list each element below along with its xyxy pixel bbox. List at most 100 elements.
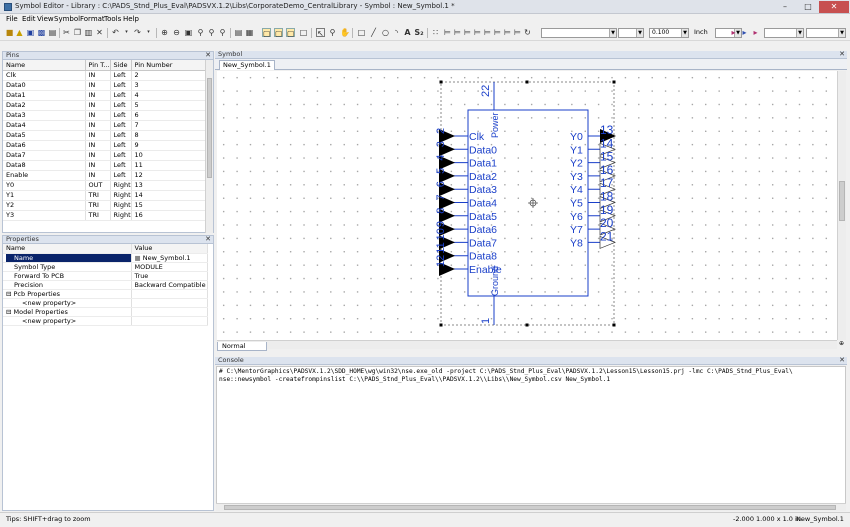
table-cell[interactable]: Data3	[3, 110, 86, 121]
table-row[interactable]: Y2 TRI Right 15	[3, 200, 207, 211]
table-cell[interactable]: Right	[110, 210, 132, 221]
zoom-next-icon[interactable]: ⚲	[218, 28, 227, 37]
zoom-in-icon[interactable]: ⊕	[160, 28, 169, 37]
menu-format[interactable]: Format	[80, 15, 105, 23]
minimize-button[interactable]: –	[774, 1, 796, 13]
table-cell[interactable]: IN	[85, 160, 111, 171]
table-cell[interactable]: Data8	[3, 160, 86, 171]
table-cell[interactable]: 11	[131, 160, 207, 171]
zoom-tool-icon[interactable]: ⚲	[328, 28, 337, 37]
zoom-corner-icon[interactable]: ⊕	[837, 340, 846, 349]
table-cell[interactable]: Data0	[3, 80, 86, 91]
table-row[interactable]: Data7 IN Left 10	[3, 150, 207, 161]
table-row[interactable]: Enable IN Left 12	[3, 170, 207, 181]
zoom-previous-icon[interactable]: ⚲	[207, 28, 216, 37]
table-cell[interactable]: IN	[85, 140, 111, 151]
scroll-thumb[interactable]	[207, 78, 212, 178]
property-icon[interactable]: □	[299, 28, 308, 37]
table-cell[interactable]: 6	[131, 110, 207, 121]
property-value[interactable]	[131, 307, 208, 317]
delete-icon[interactable]: ✕	[95, 28, 104, 37]
table-row[interactable]: Data6 IN Left 9	[3, 140, 207, 151]
collapse-icon[interactable]: ⊟	[6, 290, 14, 298]
table-cell[interactable]: Right	[110, 200, 132, 211]
menu-symbol[interactable]: Symbol	[54, 15, 80, 23]
table-cell[interactable]: Left	[110, 80, 132, 91]
property-value[interactable]	[131, 289, 208, 299]
save-all-icon[interactable]: ▩	[37, 28, 46, 37]
console-horizontal-scrollbar[interactable]	[216, 503, 846, 511]
layer-icon-2[interactable]: ▸	[740, 28, 749, 37]
table-cell[interactable]: 8	[131, 130, 207, 141]
style-combo[interactable]: ▼	[541, 28, 617, 38]
table-row[interactable]: Y1 TRI Right 14	[3, 190, 207, 201]
table-row[interactable]: Clk IN Left 2	[3, 70, 207, 81]
table-cell[interactable]: Data4	[3, 120, 86, 131]
table-cell[interactable]: Enable	[3, 170, 86, 181]
align-middle-icon[interactable]: ⊨	[483, 28, 492, 37]
table-cell[interactable]: Right	[110, 180, 132, 191]
property-value[interactable]: ■ New_Symbol.1	[131, 253, 208, 263]
rotate-icon[interactable]: ↻	[523, 28, 532, 37]
table-row[interactable]: Data3 IN Left 6	[3, 110, 207, 121]
table-cell[interactable]: OUT	[85, 180, 111, 191]
table-cell[interactable]: Y2	[3, 200, 86, 211]
table-row[interactable]: Y3 TRI Right 16	[3, 210, 207, 221]
table-cell[interactable]: Left	[110, 120, 132, 131]
table-cell[interactable]: 13	[131, 180, 207, 191]
distribute-h-icon[interactable]: ⊨	[503, 28, 512, 37]
layer-icon-3[interactable]: ▸	[751, 28, 760, 37]
select-mode-icon[interactable]: ▢	[262, 28, 271, 38]
property-row[interactable]: Symbol Type MODULE	[3, 262, 208, 272]
zoom-out-icon[interactable]: ⊖	[172, 28, 181, 37]
table-cell[interactable]: Left	[110, 170, 132, 181]
table-row[interactable]: Data0 IN Left 3	[3, 80, 207, 91]
font-combo[interactable]: ▼	[618, 28, 644, 38]
table-cell[interactable]: 9	[131, 140, 207, 151]
table-cell[interactable]: 4	[131, 90, 207, 101]
property-row[interactable]: Name ■ New_Symbol.1	[3, 253, 208, 263]
cut-icon[interactable]: ✂	[62, 28, 71, 37]
redo-dropdown-icon[interactable]: ▾	[144, 28, 153, 37]
table-cell[interactable]: 5	[131, 100, 207, 111]
table-cell[interactable]: IN	[85, 120, 111, 131]
tab-new-symbol[interactable]: New_Symbol.1	[219, 60, 275, 70]
align-top-icon[interactable]: ⊨	[473, 28, 482, 37]
table-cell[interactable]: 16	[131, 210, 207, 221]
property-row[interactable]: Precision Backward Compatible	[3, 280, 208, 290]
grid-icon[interactable]: ∷	[431, 28, 440, 37]
align-right-icon[interactable]: ⊨	[463, 28, 472, 37]
menu-file[interactable]: File	[6, 15, 18, 23]
close-icon[interactable]: ✕	[205, 236, 211, 243]
table-row[interactable]: Data8 IN Left 11	[3, 160, 207, 171]
table-cell[interactable]: Data5	[3, 130, 86, 141]
distribute-v-icon[interactable]: ⊨	[513, 28, 522, 37]
table-cell[interactable]: TRI	[85, 190, 111, 201]
pan-hand-icon[interactable]: ✋	[340, 28, 350, 37]
property-row[interactable]: <new property>	[3, 316, 208, 326]
zoom-area-icon[interactable]: ⚲	[196, 28, 205, 37]
menu-edit[interactable]: Edit	[22, 15, 36, 23]
pin-mode-icon[interactable]: ▢	[274, 28, 283, 38]
property-value[interactable]	[131, 298, 208, 308]
table-cell[interactable]: IN	[85, 70, 111, 81]
table-cell[interactable]: Y3	[3, 210, 86, 221]
canvas-horizontal-scrollbar[interactable]	[217, 340, 837, 349]
property-row[interactable]: Forward To PCB True	[3, 271, 208, 281]
tool-a-icon[interactable]: ▦	[245, 28, 254, 37]
table-cell[interactable]: IN	[85, 110, 111, 121]
menu-view[interactable]: View	[37, 15, 54, 23]
rectangle-icon[interactable]: □	[357, 28, 366, 37]
open-icon[interactable]: ▲	[15, 28, 24, 37]
table-cell[interactable]: IN	[85, 150, 111, 161]
table-cell[interactable]: TRI	[85, 200, 111, 211]
undo-dropdown-icon[interactable]: ▾	[122, 28, 131, 37]
text-icon[interactable]: A	[403, 28, 412, 37]
redo-icon[interactable]: ↷	[133, 28, 142, 37]
property-row[interactable]: ⊟ Pcb Properties	[3, 289, 208, 299]
symbol-canvas[interactable]: 22 Power 1 Ground Clk 2 Data0 3 Data1 4 Data2 5 Data…	[217, 71, 837, 340]
table-cell[interactable]: IN	[85, 90, 111, 101]
property-value[interactable]: MODULE	[131, 262, 208, 272]
table-cell[interactable]: 7	[131, 120, 207, 131]
align-bottom-icon[interactable]: ⊨	[493, 28, 502, 37]
